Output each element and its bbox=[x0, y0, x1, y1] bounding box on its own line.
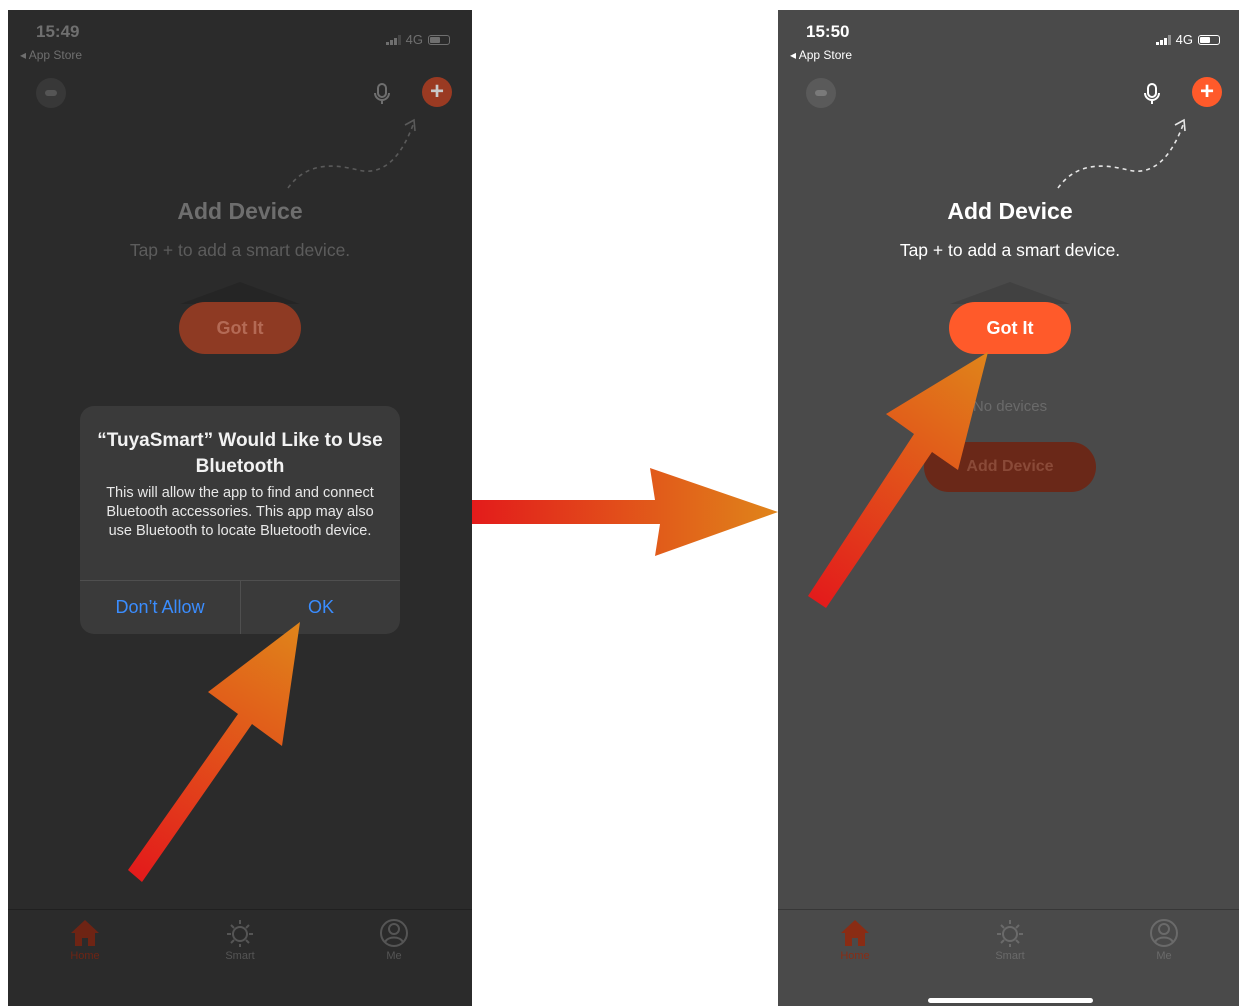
dont-allow-button[interactable]: Don’t Allow bbox=[80, 581, 240, 634]
robot-avatar-icon[interactable] bbox=[36, 78, 66, 108]
sun-icon bbox=[227, 920, 253, 947]
empty-state-title: Add Device bbox=[177, 198, 303, 224]
empty-state-title: Add Device bbox=[947, 198, 1073, 224]
add-device-plus-button[interactable]: + bbox=[422, 77, 452, 107]
empty-state-subtitle: Tap + to add a smart device. bbox=[129, 240, 351, 260]
tab-label: Home bbox=[70, 950, 100, 962]
battery-icon bbox=[428, 34, 450, 45]
tab-label: Me bbox=[386, 950, 402, 962]
tab-me[interactable]: Me bbox=[354, 918, 434, 962]
back-label: App Store bbox=[798, 48, 853, 62]
tab-smart[interactable]: Smart bbox=[200, 918, 280, 962]
back-label: App Store bbox=[28, 48, 83, 62]
got-it-button[interactable]: Got It bbox=[179, 302, 301, 354]
status-time: 15:50 bbox=[806, 22, 850, 41]
add-device-plus-button[interactable]: + bbox=[1192, 77, 1222, 107]
tab-label: Smart bbox=[995, 950, 1025, 962]
status-time: 15:49 bbox=[36, 22, 80, 41]
microphone-icon[interactable] bbox=[370, 82, 394, 106]
tab-home[interactable]: Home bbox=[815, 918, 895, 962]
battery-icon bbox=[1198, 34, 1220, 45]
tab-bar: Home Smart Me bbox=[8, 909, 472, 1006]
tab-label: Home bbox=[840, 950, 870, 962]
ok-button[interactable]: OK bbox=[241, 581, 400, 634]
tab-home[interactable]: Home bbox=[45, 918, 125, 962]
profile-icon bbox=[1150, 919, 1178, 947]
home-indicator bbox=[928, 998, 1093, 1003]
dialog-message: This will allow the app to find and conn… bbox=[106, 485, 374, 539]
dashed-hint-arrow-icon bbox=[1057, 118, 1186, 189]
sun-icon bbox=[997, 920, 1023, 947]
got-it-button[interactable]: Got It bbox=[949, 302, 1071, 354]
status-indicators: 4G bbox=[1155, 32, 1220, 47]
back-to-app-store-link[interactable]: ◂ App Store bbox=[790, 48, 852, 62]
tab-label: Smart bbox=[225, 950, 255, 962]
no-devices-label: No devices bbox=[972, 398, 1048, 415]
spotlight-shadow bbox=[180, 282, 300, 304]
tab-label: Me bbox=[1156, 950, 1172, 962]
empty-state-subtitle: Tap + to add a smart device. bbox=[899, 240, 1121, 260]
home-icon bbox=[71, 920, 99, 946]
spotlight-shadow bbox=[950, 282, 1070, 304]
robot-avatar-icon[interactable] bbox=[806, 78, 836, 108]
tab-bar: Home Smart Me bbox=[778, 909, 1239, 1006]
home-icon bbox=[841, 920, 869, 946]
right-phone-screen: 15:50 ◂ App Store 4G + Add Device Tap + … bbox=[778, 10, 1239, 1006]
signal-icon bbox=[385, 34, 401, 45]
network-label: 4G bbox=[405, 32, 423, 47]
dialog-title: “TuyaSmart” Would Like to Use Bluetooth bbox=[97, 430, 383, 477]
signal-icon bbox=[1155, 34, 1171, 45]
dashed-hint-arrow-icon bbox=[287, 118, 416, 189]
profile-icon bbox=[380, 919, 408, 947]
transition-arrow-icon bbox=[472, 468, 778, 556]
back-to-app-store-link[interactable]: ◂ App Store bbox=[20, 48, 82, 62]
tab-smart[interactable]: Smart bbox=[970, 918, 1050, 962]
status-indicators: 4G bbox=[385, 32, 450, 47]
add-device-button[interactable]: Add Device bbox=[924, 442, 1096, 492]
tab-me[interactable]: Me bbox=[1124, 918, 1204, 962]
network-label: 4G bbox=[1175, 32, 1193, 47]
left-phone-screen: 15:49 ◂ App Store 4G + Add Device Tap + … bbox=[8, 10, 472, 1006]
microphone-icon[interactable] bbox=[1140, 82, 1164, 106]
bluetooth-permission-dialog: “TuyaSmart” Would Like to Use Bluetooth … bbox=[80, 406, 400, 634]
